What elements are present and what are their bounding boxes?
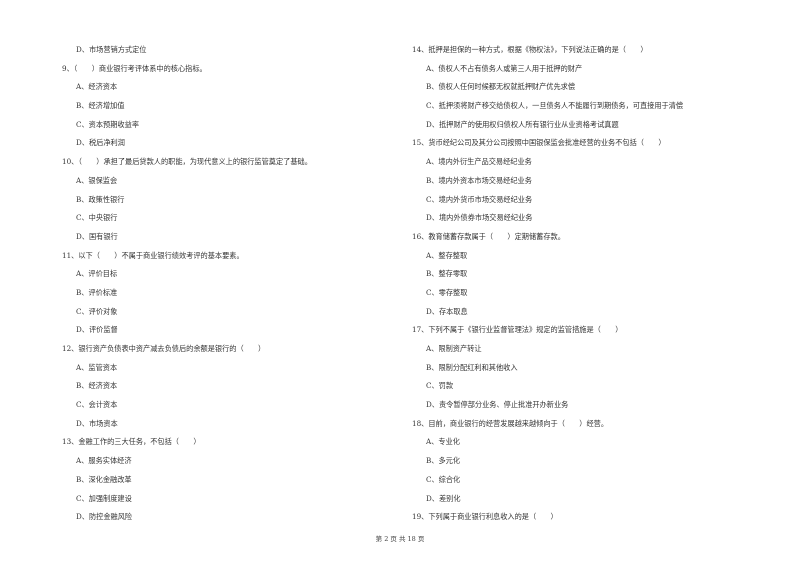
answer-option: B、政策性银行 xyxy=(76,194,125,204)
question-stem: 14、抵押是担保的一种方式，根据《物权法》，下列说法正确的是（ ） xyxy=(412,45,648,54)
question-stem: 13、金融工作的三大任务，不包括（ ） xyxy=(62,437,201,447)
answer-option: B、经济增加值 xyxy=(76,101,125,111)
answer-option: A、监管资本 xyxy=(76,362,118,372)
answer-option: D、抵押财产的使用权归债权人所有银行业从业资格考试真题 xyxy=(426,119,619,129)
answer-option: A、整存整取 xyxy=(426,250,468,260)
answer-option: D、税后净利润 xyxy=(76,138,125,148)
question-stem: 10、（ ）承担了最后贷款人的职能，为现代意义上的银行监管奠定了基础。 xyxy=(62,157,312,167)
right-column: 14、抵押是担保的一种方式，根据《物权法》，下列说法正确的是（ ） A、债权人不占… xyxy=(412,41,757,527)
answer-option: C、抵押须将财产移交给债权人，一旦债务人不能履行到期债务，可直接用于清偿 xyxy=(426,101,684,111)
answer-option: D、市场营销方式定位 xyxy=(76,45,147,54)
answer-option: D、评价监督 xyxy=(76,325,118,335)
answer-option: B、限制分配红利和其他收入 xyxy=(426,362,518,372)
page-footer: 第 2 页 共 18 页 xyxy=(375,535,425,543)
answer-option: D、差别化 xyxy=(426,493,461,503)
answer-option: C、零存整取 xyxy=(426,287,468,297)
question-stem: 18、目前，商业银行的经营发展越来越倾向于（ ）经营。 xyxy=(412,418,609,428)
answer-option: B、整存零取 xyxy=(426,269,468,279)
question-stem: 19、下列属于商业银行利息收入的是（ ） xyxy=(412,512,558,522)
answer-option: A、限制资产转让 xyxy=(426,344,482,353)
answer-option: A、银保监会 xyxy=(76,175,118,185)
question-stem: 17、下列不属于《银行业监督管理法》规定的监管措施是（ ） xyxy=(412,325,623,335)
answer-option: C、加强制度建设 xyxy=(76,493,132,503)
answer-option: D、责令暂停部分业务、停止批准开办新业务 xyxy=(426,400,569,410)
answer-option: D、国有银行 xyxy=(76,231,118,241)
question-stem: 16、教育储蓄存款属于（ ）定期储蓄存款。 xyxy=(412,231,565,241)
answer-option: D、境内外债券市场交易经纪业务 xyxy=(426,213,533,223)
answer-option: B、债权人任何时候都无权就抵押财产优先求偿 xyxy=(426,82,576,92)
answer-option: B、境内外资本市场交易经纪业务 xyxy=(426,175,532,185)
answer-option: A、服务实体经济 xyxy=(76,456,132,466)
question-stem: 12、银行资产负债表中资产减去负债后的余额是银行的（ ） xyxy=(62,344,266,353)
answer-option: C、资本预期收益率 xyxy=(76,119,140,129)
answer-option: C、境内外货币市场交易经纪业务 xyxy=(426,194,533,204)
answer-option: B、多元化 xyxy=(426,456,461,466)
answer-option: C、中央银行 xyxy=(76,213,118,223)
answer-option: C、综合化 xyxy=(426,474,461,484)
answer-option: D、市场资本 xyxy=(76,418,118,428)
answer-option: A、经济资本 xyxy=(76,82,118,92)
answer-option: A、境内外衍生产品交易经纪业务 xyxy=(426,157,532,167)
answer-option: C、评价对象 xyxy=(76,306,118,316)
answer-option: A、债权人不占有债务人或第三人用于抵押的财产 xyxy=(426,63,583,73)
answer-option: B、经济资本 xyxy=(76,381,118,391)
answer-option: D、存本取息 xyxy=(426,306,468,316)
left-column: D、市场营销方式定位 9、（ ）商业银行考评体系中的核心指标。 A、经济资本 B、经济… xyxy=(62,41,402,527)
question-stem: 15、货币经纪公司及其分公司按照中国银保监会批准经营的业务不包括（ ） xyxy=(412,138,666,148)
question-stem: 11、以下（ ）不属于商业银行绩效考评的基本要素。 xyxy=(62,250,244,260)
answer-option: C、罚款 xyxy=(426,381,454,391)
answer-option: D、防控金融风险 xyxy=(76,512,133,522)
answer-option: B、评价标准 xyxy=(76,287,118,297)
answer-option: A、专业化 xyxy=(426,437,460,447)
answer-option: A、评价目标 xyxy=(76,269,118,279)
answer-option: B、深化金融改革 xyxy=(76,474,132,484)
answer-option: C、会计资本 xyxy=(76,400,118,410)
question-stem: 9、（ ）商业银行考评体系中的核心指标。 xyxy=(62,63,207,73)
